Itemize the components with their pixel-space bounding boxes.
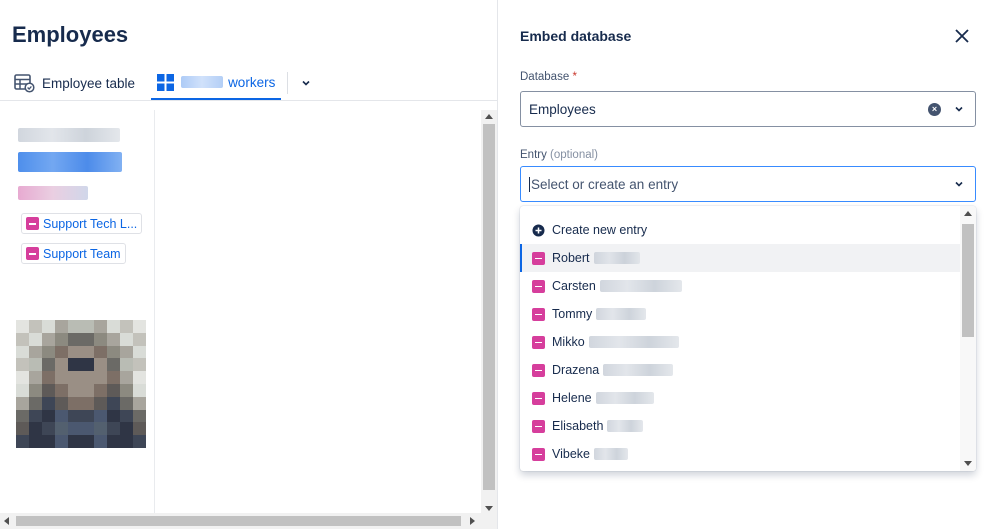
scroll-up-icon[interactable] <box>485 114 493 119</box>
redacted-text <box>181 76 224 88</box>
table-view-icon <box>14 73 35 93</box>
redacted-text <box>588 336 679 348</box>
page-title: Employees <box>12 22 129 47</box>
close-button[interactable] <box>950 24 974 48</box>
option-label: Elisabeth <box>552 419 604 433</box>
tag-label: Support Tech L... <box>43 216 138 231</box>
panel-title: Embed database <box>520 28 632 44</box>
optional-text: (optional) <box>550 149 598 161</box>
add-circle-icon <box>532 224 545 237</box>
clear-icon[interactable]: × <box>928 102 941 116</box>
tag-label: Support Team <box>43 246 121 261</box>
tab-divider <box>287 72 289 94</box>
entry-option[interactable]: Drazena <box>520 356 960 384</box>
scrollbar-thumb[interactable] <box>483 124 495 490</box>
scroll-left-icon[interactable] <box>4 517 9 525</box>
option-label: Mikko <box>552 335 585 349</box>
scrollbar-thumb[interactable] <box>16 516 461 526</box>
redacted-text <box>18 128 120 142</box>
entry-icon <box>532 447 545 461</box>
tabs-divider <box>0 100 497 101</box>
board-card[interactable]: Support Tech L... Support Team <box>8 110 155 515</box>
redacted-text <box>607 420 644 432</box>
entry-option[interactable]: Elisabeth <box>520 412 960 440</box>
vertical-scrollbar[interactable] <box>481 110 497 515</box>
scroll-down-icon[interactable] <box>964 461 972 466</box>
entry-option[interactable]: Tommy <box>520 300 960 328</box>
scrollbar-thumb[interactable] <box>962 224 974 337</box>
redacted-text <box>599 280 682 292</box>
entry-select[interactable]: Select or create an entry <box>520 166 976 202</box>
entry-icon <box>532 419 545 433</box>
entry-label: Entry (optional) <box>520 149 598 161</box>
redacted-text <box>18 186 88 200</box>
entry-icon <box>532 251 545 265</box>
entry-option[interactable]: Helene <box>520 384 960 412</box>
redacted-link[interactable] <box>18 152 122 172</box>
option-label: Vibeke <box>552 447 590 461</box>
scroll-down-icon[interactable] <box>485 506 493 511</box>
tab-workers[interactable]: workers <box>151 66 282 100</box>
embed-database-panel: Embed database Database * Employees × En… <box>498 0 998 529</box>
database-label: Database * <box>520 71 577 83</box>
database-value: Employees <box>529 101 596 117</box>
entry-icon <box>26 247 39 260</box>
tab-label: workers <box>228 74 276 90</box>
option-label: Helene <box>552 391 592 405</box>
entry-placeholder: Select or create an entry <box>529 176 951 192</box>
option-label: Create new entry <box>552 223 648 237</box>
label-text: Database <box>520 71 570 83</box>
entry-option[interactable]: Vibeke <box>520 440 960 468</box>
tab-label: Employee table <box>42 75 136 91</box>
board-view-icon <box>157 73 175 91</box>
app-root: Employees Employee table workers Support… <box>0 0 998 529</box>
entry-icon <box>532 279 545 293</box>
close-icon <box>955 29 969 43</box>
more-views-button[interactable] <box>294 71 318 95</box>
scroll-right-icon[interactable] <box>470 517 475 525</box>
chevron-down-icon <box>302 80 310 86</box>
linked-entry-tag[interactable]: Support Team <box>21 243 126 264</box>
linked-entry-tag[interactable]: Support Tech L... <box>21 213 143 234</box>
option-label: Robert <box>552 251 590 265</box>
option-label: Drazena <box>552 363 600 377</box>
redacted-text <box>593 252 640 264</box>
label-text: Entry <box>520 149 547 161</box>
entry-option[interactable]: Carsten <box>520 272 960 300</box>
database-view-panel: Employees Employee table workers Support… <box>0 0 498 529</box>
entry-option[interactable]: Robert <box>520 244 960 272</box>
view-tabs: Employee table workers <box>8 66 318 100</box>
redacted-text <box>596 308 647 320</box>
entry-icon <box>26 217 39 230</box>
database-select[interactable]: Employees × <box>520 91 976 127</box>
horizontal-scrollbar[interactable] <box>0 513 497 529</box>
entry-option[interactable]: Mikko <box>520 328 960 356</box>
entry-icon <box>532 307 545 321</box>
option-label: Tommy <box>552 307 593 321</box>
scroll-up-icon[interactable] <box>964 211 972 216</box>
chevron-down-icon[interactable] <box>951 176 967 192</box>
create-new-entry-option[interactable]: Create new entry <box>520 216 960 244</box>
tab-employee-table[interactable]: Employee table <box>8 66 141 100</box>
redacted-text <box>595 392 654 404</box>
entry-icon <box>532 335 545 349</box>
required-mark: * <box>572 71 577 83</box>
entry-icon <box>532 363 545 377</box>
entry-icon <box>532 391 545 405</box>
redacted-text <box>594 448 628 460</box>
option-label: Carsten <box>552 279 596 293</box>
menu-scrollbar[interactable] <box>960 206 976 471</box>
redacted-text <box>603 364 674 376</box>
chevron-down-icon[interactable] <box>951 101 967 117</box>
avatar <box>16 320 146 448</box>
entry-dropdown-menu: Create new entry Robert Carsten Tommy Mi… <box>520 206 976 471</box>
